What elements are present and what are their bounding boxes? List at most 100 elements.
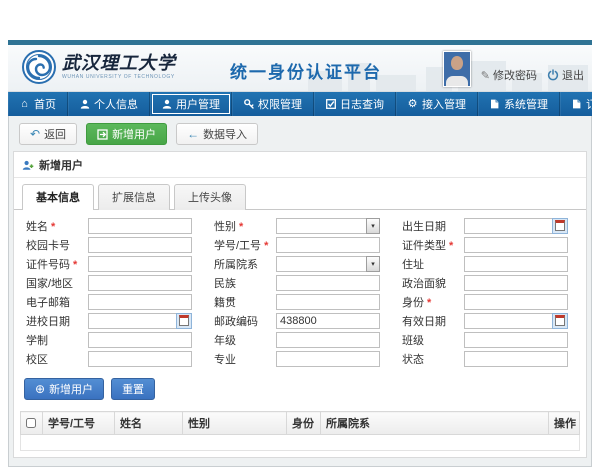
back-button[interactable]: ↶ 返回 [19, 123, 77, 145]
add-user-toolbar-button[interactable]: 新增用户 [86, 123, 167, 145]
required-asterisk: * [51, 221, 55, 233]
address-input[interactable] [464, 256, 568, 272]
nav-item-permission-management[interactable]: 权限管理 [232, 92, 314, 116]
id-type-input[interactable] [464, 237, 568, 253]
back-arrow-icon: ↶ [30, 127, 40, 141]
identity-input[interactable] [464, 294, 568, 310]
field-id-number: 证件号码* [20, 255, 208, 272]
data-import-button[interactable]: ← 数据导入 [176, 123, 258, 145]
home-icon: ⌂ [19, 99, 30, 110]
select-all-cell [21, 412, 43, 435]
submit-add-user-button[interactable]: ⊕ 新增用户 [24, 378, 104, 400]
reset-label: 重置 [122, 381, 144, 397]
valid-date-input[interactable] [464, 313, 552, 329]
col-student-id: 学号/工号 [43, 412, 115, 435]
nav-item-home[interactable]: ⌂ 首页 [8, 92, 68, 116]
ethnicity-input[interactable] [276, 275, 380, 291]
chevron-down-icon[interactable]: ▾ [366, 218, 380, 234]
tab-label: 上传头像 [188, 192, 232, 204]
field-postal-code: 邮政编码 [208, 312, 396, 329]
major-input[interactable] [276, 351, 380, 367]
nav-label: 接入管理 [422, 96, 466, 112]
postal-code-input[interactable] [276, 313, 380, 329]
avatar-shirt [446, 76, 468, 86]
enrollment-date-picker[interactable] [88, 313, 192, 329]
gender-select-value[interactable] [276, 218, 366, 234]
select-all-checkbox[interactable] [26, 418, 36, 428]
import-arrow-icon: ← [187, 127, 199, 141]
calendar-icon[interactable] [552, 313, 568, 329]
name-input[interactable] [88, 218, 192, 234]
field-country-region: 国家/地区 [20, 274, 208, 291]
nav-label: 权限管理 [258, 96, 302, 112]
nav-item-system-management[interactable]: 系统管理 [478, 92, 560, 116]
change-password-label: 修改密码 [493, 67, 537, 83]
chevron-down-icon[interactable]: ▾ [366, 256, 380, 272]
valid-date-picker[interactable] [464, 313, 568, 329]
field-student-id: 学号/工号* [208, 236, 396, 253]
calendar-icon[interactable] [176, 313, 192, 329]
nav-label: 首页 [34, 96, 56, 112]
campus-input[interactable] [88, 351, 192, 367]
email-input[interactable] [88, 294, 192, 310]
department-select[interactable]: ▾ [276, 256, 380, 272]
field-campus: 校区 [20, 350, 208, 367]
reset-button[interactable]: 重置 [111, 378, 155, 400]
table-header-row: 学号/工号 姓名 性别 身份 所属院系 操作 [21, 412, 580, 435]
logout-link[interactable]: 退出 [547, 67, 584, 83]
tab-basic-info[interactable]: 基本信息 [22, 184, 94, 210]
person-icon [79, 99, 90, 110]
add-user-panel: 新增用户 基本信息 扩展信息 上传头像 姓名* [13, 151, 587, 458]
field-address: 住址 [396, 255, 584, 272]
user-avatar[interactable] [443, 51, 471, 87]
panel-title-bar: 新增用户 [14, 152, 586, 178]
native-place-input[interactable] [276, 294, 380, 310]
birth-date-input[interactable] [464, 218, 552, 234]
submit-add-user-label: 新增用户 [49, 381, 93, 397]
person-plus-icon [22, 160, 34, 171]
tab-label: 扩展信息 [112, 192, 156, 204]
tab-upload-avatar[interactable]: 上传头像 [174, 184, 246, 210]
required-asterisk: * [264, 240, 268, 252]
class-input[interactable] [464, 332, 568, 348]
gender-select[interactable]: ▾ [276, 218, 380, 234]
field-status: 状态 [396, 350, 584, 367]
status-input[interactable] [464, 351, 568, 367]
required-asterisk: * [449, 240, 453, 252]
student-id-input[interactable] [276, 237, 380, 253]
nav-item-subscription-management[interactable]: 订阅管理 [560, 92, 600, 116]
plus-circle-icon: ⊕ [35, 383, 45, 395]
schooling-length-input[interactable] [88, 332, 192, 348]
power-icon [547, 69, 559, 81]
political-status-input[interactable] [464, 275, 568, 291]
nav-label: 用户管理 [176, 96, 220, 112]
field-political-status: 政治面貌 [396, 274, 584, 291]
campus-card-input[interactable] [88, 237, 192, 253]
nav-item-personal-info[interactable]: 个人信息 [68, 92, 150, 116]
country-region-input[interactable] [88, 275, 192, 291]
nav-label: 日志查询 [340, 96, 384, 112]
basic-info-form: 姓名* 性别* ▾ 出生日期 [14, 210, 586, 373]
nav-item-user-management[interactable]: 用户管理 [150, 92, 232, 116]
birth-date-picker[interactable] [464, 218, 568, 234]
nav-item-access-management[interactable]: ⚙ 接入管理 [396, 92, 478, 116]
grade-input[interactable] [276, 332, 380, 348]
col-gender: 性别 [183, 412, 287, 435]
field-ethnicity: 民族 [208, 274, 396, 291]
id-number-input[interactable] [88, 256, 192, 272]
field-department: 所属院系 ▾ [208, 255, 396, 272]
calendar-icon[interactable] [552, 218, 568, 234]
enrollment-date-input[interactable] [88, 313, 176, 329]
field-grade: 年级 [208, 331, 396, 348]
department-select-value[interactable] [276, 256, 366, 272]
nav-item-log-query[interactable]: 日志查询 [314, 92, 396, 116]
field-email: 电子邮箱 [20, 293, 208, 310]
university-name-cn: 武汉理工大学 [62, 55, 176, 73]
add-user-icon [97, 129, 108, 140]
field-identity: 身份* [396, 293, 584, 310]
change-password-link[interactable]: ✎ 修改密码 [481, 67, 537, 83]
tab-extended-info[interactable]: 扩展信息 [98, 184, 170, 210]
logout-label: 退出 [562, 67, 584, 83]
users-table: 学号/工号 姓名 性别 身份 所属院系 操作 [20, 411, 580, 451]
nav-label: 系统管理 [504, 96, 548, 112]
